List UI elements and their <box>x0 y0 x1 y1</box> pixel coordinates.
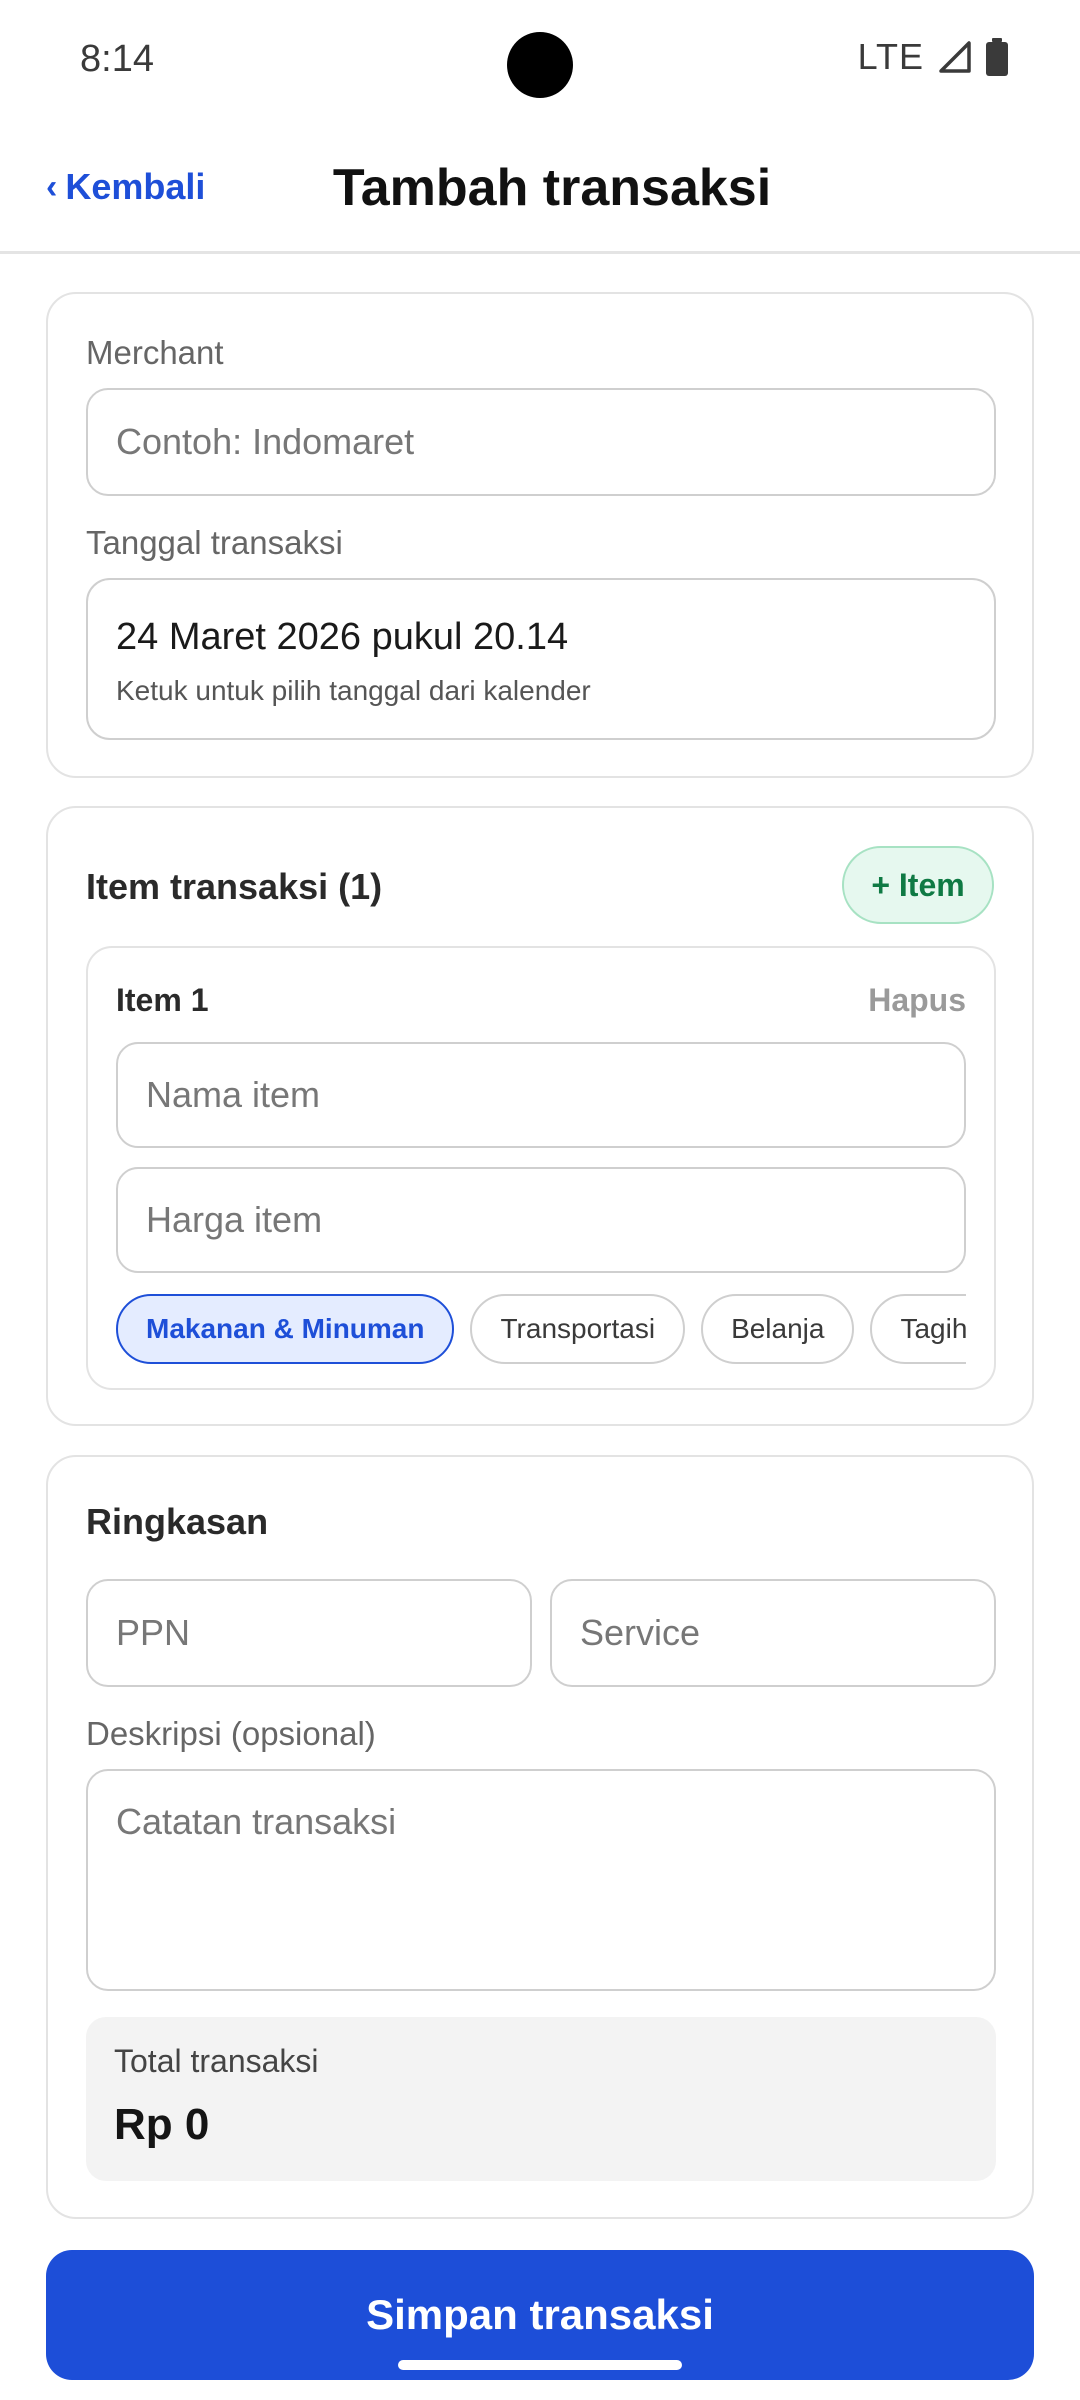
merchant-label: Merchant <box>86 334 224 371</box>
add-item-button[interactable]: + Item <box>842 846 994 924</box>
battery-icon <box>986 38 1008 76</box>
total-panel: Total transaksi Rp 0 <box>86 2017 996 2181</box>
category-chip-bills[interactable]: Tagihan <box>870 1294 966 1364</box>
signal-icon <box>939 41 971 73</box>
category-chip-shopping[interactable]: Belanja <box>701 1294 855 1364</box>
app-header: ‹ Kembali Tambah transaksi <box>0 130 1080 254</box>
total-value: Rp 0 <box>114 2100 210 2149</box>
page-title: Tambah transaksi <box>332 159 772 217</box>
description-label: Deskripsi (opsional) <box>86 1715 376 1752</box>
category-chip-transport[interactable]: Transportasi <box>470 1294 686 1364</box>
transaction-details-card: Merchant Contoh: Indomaret Tanggal trans… <box>46 292 1034 778</box>
status-bar: 8:14 LTE <box>0 0 1080 120</box>
network-type: LTE <box>857 36 924 77</box>
item-name-input[interactable]: Nama item <box>116 1042 966 1148</box>
date-label: Tanggal transaksi <box>86 524 343 561</box>
items-section-title: Item transaksi (1) <box>86 866 383 907</box>
camera-cutout <box>507 32 573 98</box>
category-chip-food[interactable]: Makanan & Minuman <box>116 1294 455 1364</box>
status-time: 8:14 <box>80 38 154 80</box>
service-input[interactable]: Service <box>550 1579 996 1687</box>
date-picker-field[interactable]: 24 Maret 2026 pukul 20.14 Ketuk untuk pi… <box>86 578 996 740</box>
date-value: 24 Maret 2026 pukul 20.14 <box>116 616 569 658</box>
item-entry: Item 1 Hapus Nama item Harga item Makana… <box>86 946 996 1390</box>
category-chip-scroller[interactable]: Makanan & Minuman Transportasi Belanja T… <box>116 1294 966 1366</box>
items-card: Item transaksi (1) + Item Item 1 Hapus N… <box>46 806 1034 1426</box>
item-title: Item 1 <box>116 982 209 1018</box>
ppn-input[interactable]: PPN <box>86 1579 532 1687</box>
merchant-input[interactable]: Contoh: Indomaret <box>86 388 996 496</box>
status-icons: LTE <box>858 36 1008 78</box>
item-price-input[interactable]: Harga item <box>116 1167 966 1273</box>
delete-item-button[interactable]: Hapus <box>868 982 966 1019</box>
date-hint: Ketuk untuk pilih tanggal dari kalender <box>116 675 591 706</box>
summary-card: Ringkasan PPN Service Deskripsi (opsiona… <box>46 1455 1034 2219</box>
summary-title: Ringkasan <box>86 1501 269 1542</box>
description-textarea[interactable]: Catatan transaksi <box>86 1769 996 1991</box>
total-label: Total transaksi <box>114 2043 319 2079</box>
category-chips: Makanan & Minuman Transportasi Belanja T… <box>116 1294 966 1366</box>
home-indicator[interactable] <box>398 2360 682 2370</box>
